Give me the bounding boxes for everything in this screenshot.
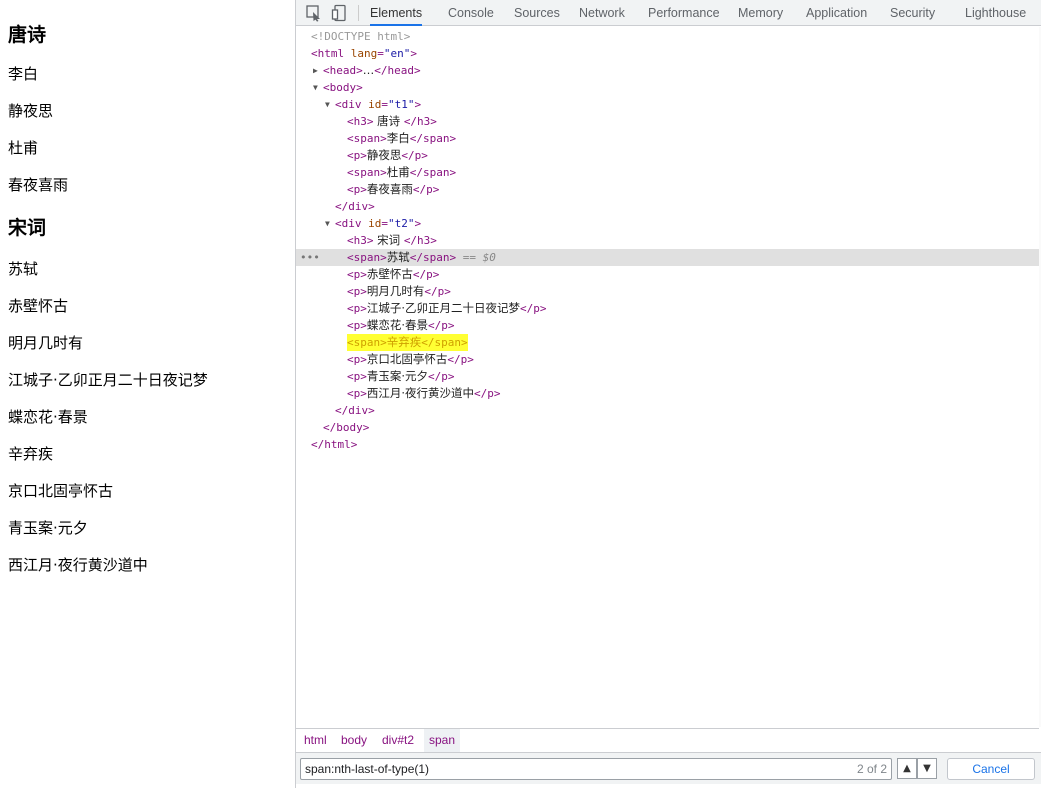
tree-row-p-chibi[interactable]: <p>赤壁怀古</p> bbox=[296, 266, 1039, 283]
breadcrumb-body[interactable]: body bbox=[336, 729, 372, 752]
chevron-down-icon: ▼ bbox=[923, 763, 931, 774]
chevron-up-icon: ▲ bbox=[903, 763, 911, 774]
expand-triangle-icon[interactable]: ▶ bbox=[313, 62, 323, 79]
inspect-element-icon[interactable] bbox=[305, 4, 323, 22]
tree-row-div-t2[interactable]: ▼ <div id="t2"> bbox=[296, 215, 1039, 232]
text-sushi: 苏轼 bbox=[8, 260, 39, 278]
toolbar-separator bbox=[358, 5, 359, 21]
tree-row-p-qingyuan[interactable]: <p>青玉案·元夕</p> bbox=[296, 368, 1039, 385]
paragraph-jingyesi: 静夜思 bbox=[8, 102, 54, 120]
tab-security[interactable]: Security bbox=[890, 0, 935, 26]
tree-row-span-xinqiji-match[interactable]: <span>辛弃疾</span> bbox=[296, 334, 1039, 351]
device-toolbar-icon[interactable] bbox=[331, 4, 349, 22]
tab-sources[interactable]: Sources bbox=[514, 0, 560, 26]
tab-memory[interactable]: Memory bbox=[738, 0, 783, 26]
dom-tree: <!DOCTYPE html> <html lang="en"> ▶ <head… bbox=[296, 27, 1039, 727]
paragraph-chunyexiyu: 春夜喜雨 bbox=[8, 176, 69, 194]
tree-row-p-xijiangyue[interactable]: <p>西江月·夜行黄沙道中</p> bbox=[296, 385, 1039, 402]
heading-song: 宋词 bbox=[8, 217, 47, 239]
tree-row-body-close[interactable]: </body> bbox=[296, 419, 1039, 436]
tree-row-p-jiangchengzi[interactable]: <p>江城子·乙卯正月二十日夜记梦</p> bbox=[296, 300, 1039, 317]
collapse-triangle-icon[interactable]: ▼ bbox=[325, 96, 335, 113]
breadcrumb-div-t2[interactable]: div#t2 bbox=[377, 729, 419, 752]
tree-row-div-t1-close[interactable]: </div> bbox=[296, 198, 1039, 215]
tree-row-span-libai[interactable]: <span>李白</span> bbox=[296, 130, 1039, 147]
devtools-panel: Elements Console Sources Network Perform… bbox=[295, 0, 1041, 788]
tree-row-doctype[interactable]: <!DOCTYPE html> bbox=[296, 28, 1039, 45]
breadcrumb-span[interactable]: span bbox=[424, 729, 461, 752]
collapse-triangle-icon[interactable]: ▼ bbox=[325, 215, 335, 232]
selected-node-marker: == $0 bbox=[456, 251, 496, 264]
paragraph-qingyuan: 青玉案·元夕 bbox=[8, 519, 88, 537]
tab-application[interactable]: Application bbox=[806, 0, 867, 26]
tree-row-p-chunyexiyu[interactable]: <p>春夜喜雨</p> bbox=[296, 181, 1039, 198]
heading-tang: 唐诗 bbox=[8, 24, 47, 46]
tree-row-span-dufu[interactable]: <span>杜甫</span> bbox=[296, 164, 1039, 181]
paragraph-jingkou: 京口北固亭怀古 bbox=[8, 482, 114, 500]
tree-row-html-close[interactable]: </html> bbox=[296, 436, 1039, 453]
cancel-button[interactable]: Cancel bbox=[947, 758, 1035, 780]
text-dufu: 杜甫 bbox=[8, 139, 39, 157]
tree-row-p-jingyesi[interactable]: <p>静夜思</p> bbox=[296, 147, 1039, 164]
tab-lighthouse[interactable]: Lighthouse bbox=[965, 0, 1026, 26]
breadcrumb-html[interactable]: html bbox=[299, 729, 332, 752]
paragraph-mingyue: 明月几时有 bbox=[8, 334, 84, 352]
text-xinqiji: 辛弃疾 bbox=[8, 445, 54, 463]
text-libai: 李白 bbox=[8, 65, 39, 83]
next-match-button[interactable]: ▼ bbox=[917, 758, 937, 779]
tree-row-h3-tang[interactable]: <h3> 唐诗 </h3> bbox=[296, 113, 1039, 130]
doctype-node: <!DOCTYPE html> bbox=[311, 30, 411, 43]
page-viewport: 唐诗 李白 静夜思 杜甫 春夜喜雨 宋词 苏轼 赤壁怀古 明月几时有 江城子·乙… bbox=[0, 0, 295, 788]
search-bar: 2 of 2 ▲ ▼ Cancel bbox=[296, 752, 1041, 784]
tree-row-html[interactable]: <html lang="en"> bbox=[296, 45, 1039, 62]
paragraph-chibihuaigu: 赤壁怀古 bbox=[8, 297, 69, 315]
search-box: 2 of 2 bbox=[300, 758, 892, 780]
tree-row-div-t2-close[interactable]: </div> bbox=[296, 402, 1039, 419]
tab-network[interactable]: Network bbox=[579, 0, 625, 26]
tree-row-div-t1[interactable]: ▼ <div id="t1"> bbox=[296, 96, 1039, 113]
collapse-triangle-icon[interactable]: ▼ bbox=[313, 79, 323, 96]
paragraph-jiangchengzi: 江城子·乙卯正月二十日夜记梦 bbox=[8, 371, 208, 389]
tree-row-body[interactable]: ▼ <body> bbox=[296, 79, 1039, 96]
paragraph-dielianhua: 蝶恋花·春景 bbox=[8, 408, 88, 426]
tree-row-p-mingyue[interactable]: <p>明月几时有</p> bbox=[296, 283, 1039, 300]
tree-row-p-dielianhua[interactable]: <p>蝶恋花·春景</p> bbox=[296, 317, 1039, 334]
search-input[interactable] bbox=[305, 759, 845, 779]
tree-row-span-sushi-selected[interactable]: ••• <span>苏轼</span> == $0 bbox=[296, 249, 1039, 266]
devtools-toolbar: Elements Console Sources Network Perform… bbox=[296, 0, 1041, 26]
tab-performance[interactable]: Performance bbox=[648, 0, 720, 26]
tree-row-head[interactable]: ▶ <head>…</head> bbox=[296, 62, 1039, 79]
tree-row-p-jingkou[interactable]: <p>京口北固亭怀古</p> bbox=[296, 351, 1039, 368]
paragraph-xijiangyue: 西江月·夜行黄沙道中 bbox=[8, 556, 148, 574]
search-match-highlight: <span>辛弃疾</span> bbox=[347, 334, 468, 351]
more-options-icon[interactable]: ••• bbox=[300, 249, 320, 266]
tree-row-h3-song[interactable]: <h3> 宋词 </h3> bbox=[296, 232, 1039, 249]
match-count: 2 of 2 bbox=[856, 762, 887, 776]
tab-elements[interactable]: Elements bbox=[370, 0, 423, 26]
tab-console[interactable]: Console bbox=[448, 0, 494, 26]
breadcrumb: html body div#t2 span bbox=[296, 728, 1039, 752]
previous-match-button[interactable]: ▲ bbox=[897, 758, 917, 779]
